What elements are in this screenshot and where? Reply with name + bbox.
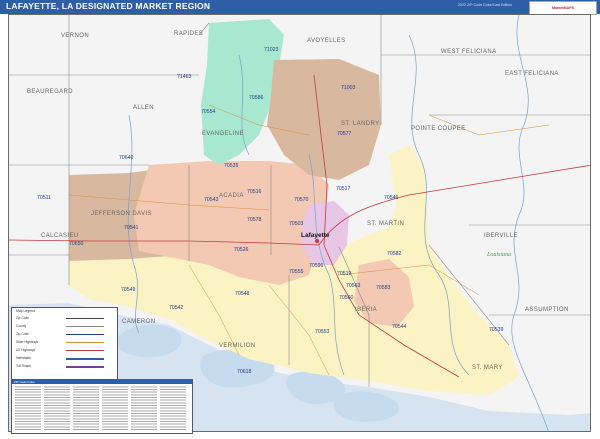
parish-label: VERNON bbox=[61, 33, 89, 39]
zip-label: 71463 bbox=[177, 74, 192, 80]
legend-row: Interstates bbox=[16, 356, 31, 360]
zip-label: 70596 bbox=[309, 263, 324, 269]
parish-label: ASSUMPTION bbox=[525, 307, 569, 313]
zip-label: 71003 bbox=[341, 85, 356, 91]
zip-label: 70539 bbox=[489, 327, 504, 333]
parish-label: IBERVILLE bbox=[484, 233, 518, 239]
zip-label: 70549 bbox=[121, 287, 136, 293]
zip-label: 70650 bbox=[69, 241, 84, 247]
zip-label: 70548 bbox=[235, 291, 250, 297]
zip-label: 70544 bbox=[392, 324, 407, 330]
legend-row: Toll Roads bbox=[16, 364, 31, 368]
parish-label: BEAUREGARD bbox=[27, 89, 73, 95]
index-column bbox=[44, 386, 70, 430]
zip-label: 70586 bbox=[249, 95, 264, 101]
zip-label: 70519 bbox=[337, 271, 352, 277]
parish-label: CALCASIEU bbox=[41, 233, 79, 239]
zip-label: 70541 bbox=[124, 225, 139, 231]
zip-label: 70640 bbox=[119, 155, 134, 161]
parish-label: ST. MARTIN bbox=[367, 221, 404, 227]
parish-label: IBERIA bbox=[355, 307, 377, 313]
parish-label: RAPIDES bbox=[174, 31, 203, 37]
zip-label: 70578 bbox=[247, 217, 262, 223]
zip-label: 70542 bbox=[169, 305, 184, 311]
edition-label: 2022 ZIP Code Color/Cast Edition bbox=[458, 3, 513, 7]
zip-label: 70517 bbox=[336, 186, 351, 192]
legend-swatch bbox=[66, 318, 104, 319]
legend-swatch bbox=[66, 342, 104, 343]
zip-label: 70546 bbox=[384, 195, 399, 201]
legend-swatch bbox=[66, 366, 104, 368]
zip-label: 70511 bbox=[37, 195, 51, 201]
index-column bbox=[73, 386, 99, 430]
parish-label: ST. LANDRY bbox=[341, 121, 380, 127]
zip-label: 71023 bbox=[264, 47, 279, 53]
zip-label: 70560 bbox=[339, 295, 354, 301]
zip-label: 70553 bbox=[315, 329, 330, 335]
zip-label: 70535 bbox=[224, 163, 239, 169]
parish-label: EVANGELINE bbox=[202, 131, 244, 137]
water-label: Louisiana bbox=[486, 252, 511, 258]
map-page: LAFAYETTE, LA DESIGNATED MARKET REGION 2… bbox=[0, 0, 600, 439]
city-label-lafayette: Lafayette bbox=[301, 232, 330, 239]
zip-label: 70503 bbox=[289, 221, 304, 227]
parish-label: AVOYELLES bbox=[307, 38, 346, 44]
parish-label: JEFFERSON DAVIS bbox=[91, 211, 152, 217]
parish-label: EAST FELICIANA bbox=[505, 71, 559, 77]
parish-label: ST. MARY bbox=[472, 365, 503, 371]
index-column bbox=[102, 386, 128, 430]
parish-label: ALLEN bbox=[133, 105, 154, 111]
parish-label: ACADIA bbox=[219, 193, 244, 199]
brand-logo: MarketMAPS bbox=[529, 1, 597, 15]
index-column bbox=[131, 386, 157, 430]
zip-label: 70570 bbox=[294, 197, 309, 203]
legend-swatch bbox=[66, 334, 104, 335]
zip-label: 70516 bbox=[247, 189, 262, 195]
parish-label: VERMILION bbox=[219, 343, 256, 349]
parish-label: CAMERON bbox=[122, 319, 155, 325]
zip-index-table: ZIP Code Index bbox=[11, 379, 193, 434]
legend-row: County bbox=[16, 324, 27, 328]
legend-row: State Highways bbox=[16, 340, 39, 344]
parish-label: WEST FELICIANA bbox=[441, 49, 497, 55]
legend-swatch bbox=[66, 326, 104, 327]
parish-label: POINTE COUPEE bbox=[411, 126, 466, 132]
map-legend: Map Legend Zip Code County Zip Code Stat… bbox=[11, 307, 118, 380]
zip-label: 70554 bbox=[201, 109, 216, 115]
legend-swatch bbox=[66, 358, 104, 360]
legend-row: Zip Code bbox=[16, 332, 29, 336]
legend-row: Zip Code bbox=[16, 316, 29, 320]
legend-title: Map Legend bbox=[16, 309, 35, 313]
index-title: ZIP Code Index bbox=[12, 380, 192, 384]
zip-label: 70582 bbox=[387, 251, 402, 257]
legend-swatch bbox=[66, 350, 104, 351]
title-bar: LAFAYETTE, LA DESIGNATED MARKET REGION 2… bbox=[0, 0, 600, 15]
legend-row: US Highways bbox=[16, 348, 36, 352]
zip-label: 70618 bbox=[237, 369, 252, 375]
zip-label: 70563 bbox=[346, 283, 361, 289]
zip-label: 70555 bbox=[289, 269, 304, 275]
city-marker bbox=[315, 239, 319, 243]
zip-label: 70526 bbox=[234, 247, 249, 253]
index-column bbox=[160, 386, 186, 430]
zip-label: 70583 bbox=[376, 285, 391, 291]
zip-label: 70577 bbox=[337, 131, 352, 137]
zip-label: 70543 bbox=[204, 197, 219, 203]
index-column bbox=[15, 386, 41, 430]
map-title: LAFAYETTE, LA DESIGNATED MARKET REGION bbox=[6, 1, 211, 11]
